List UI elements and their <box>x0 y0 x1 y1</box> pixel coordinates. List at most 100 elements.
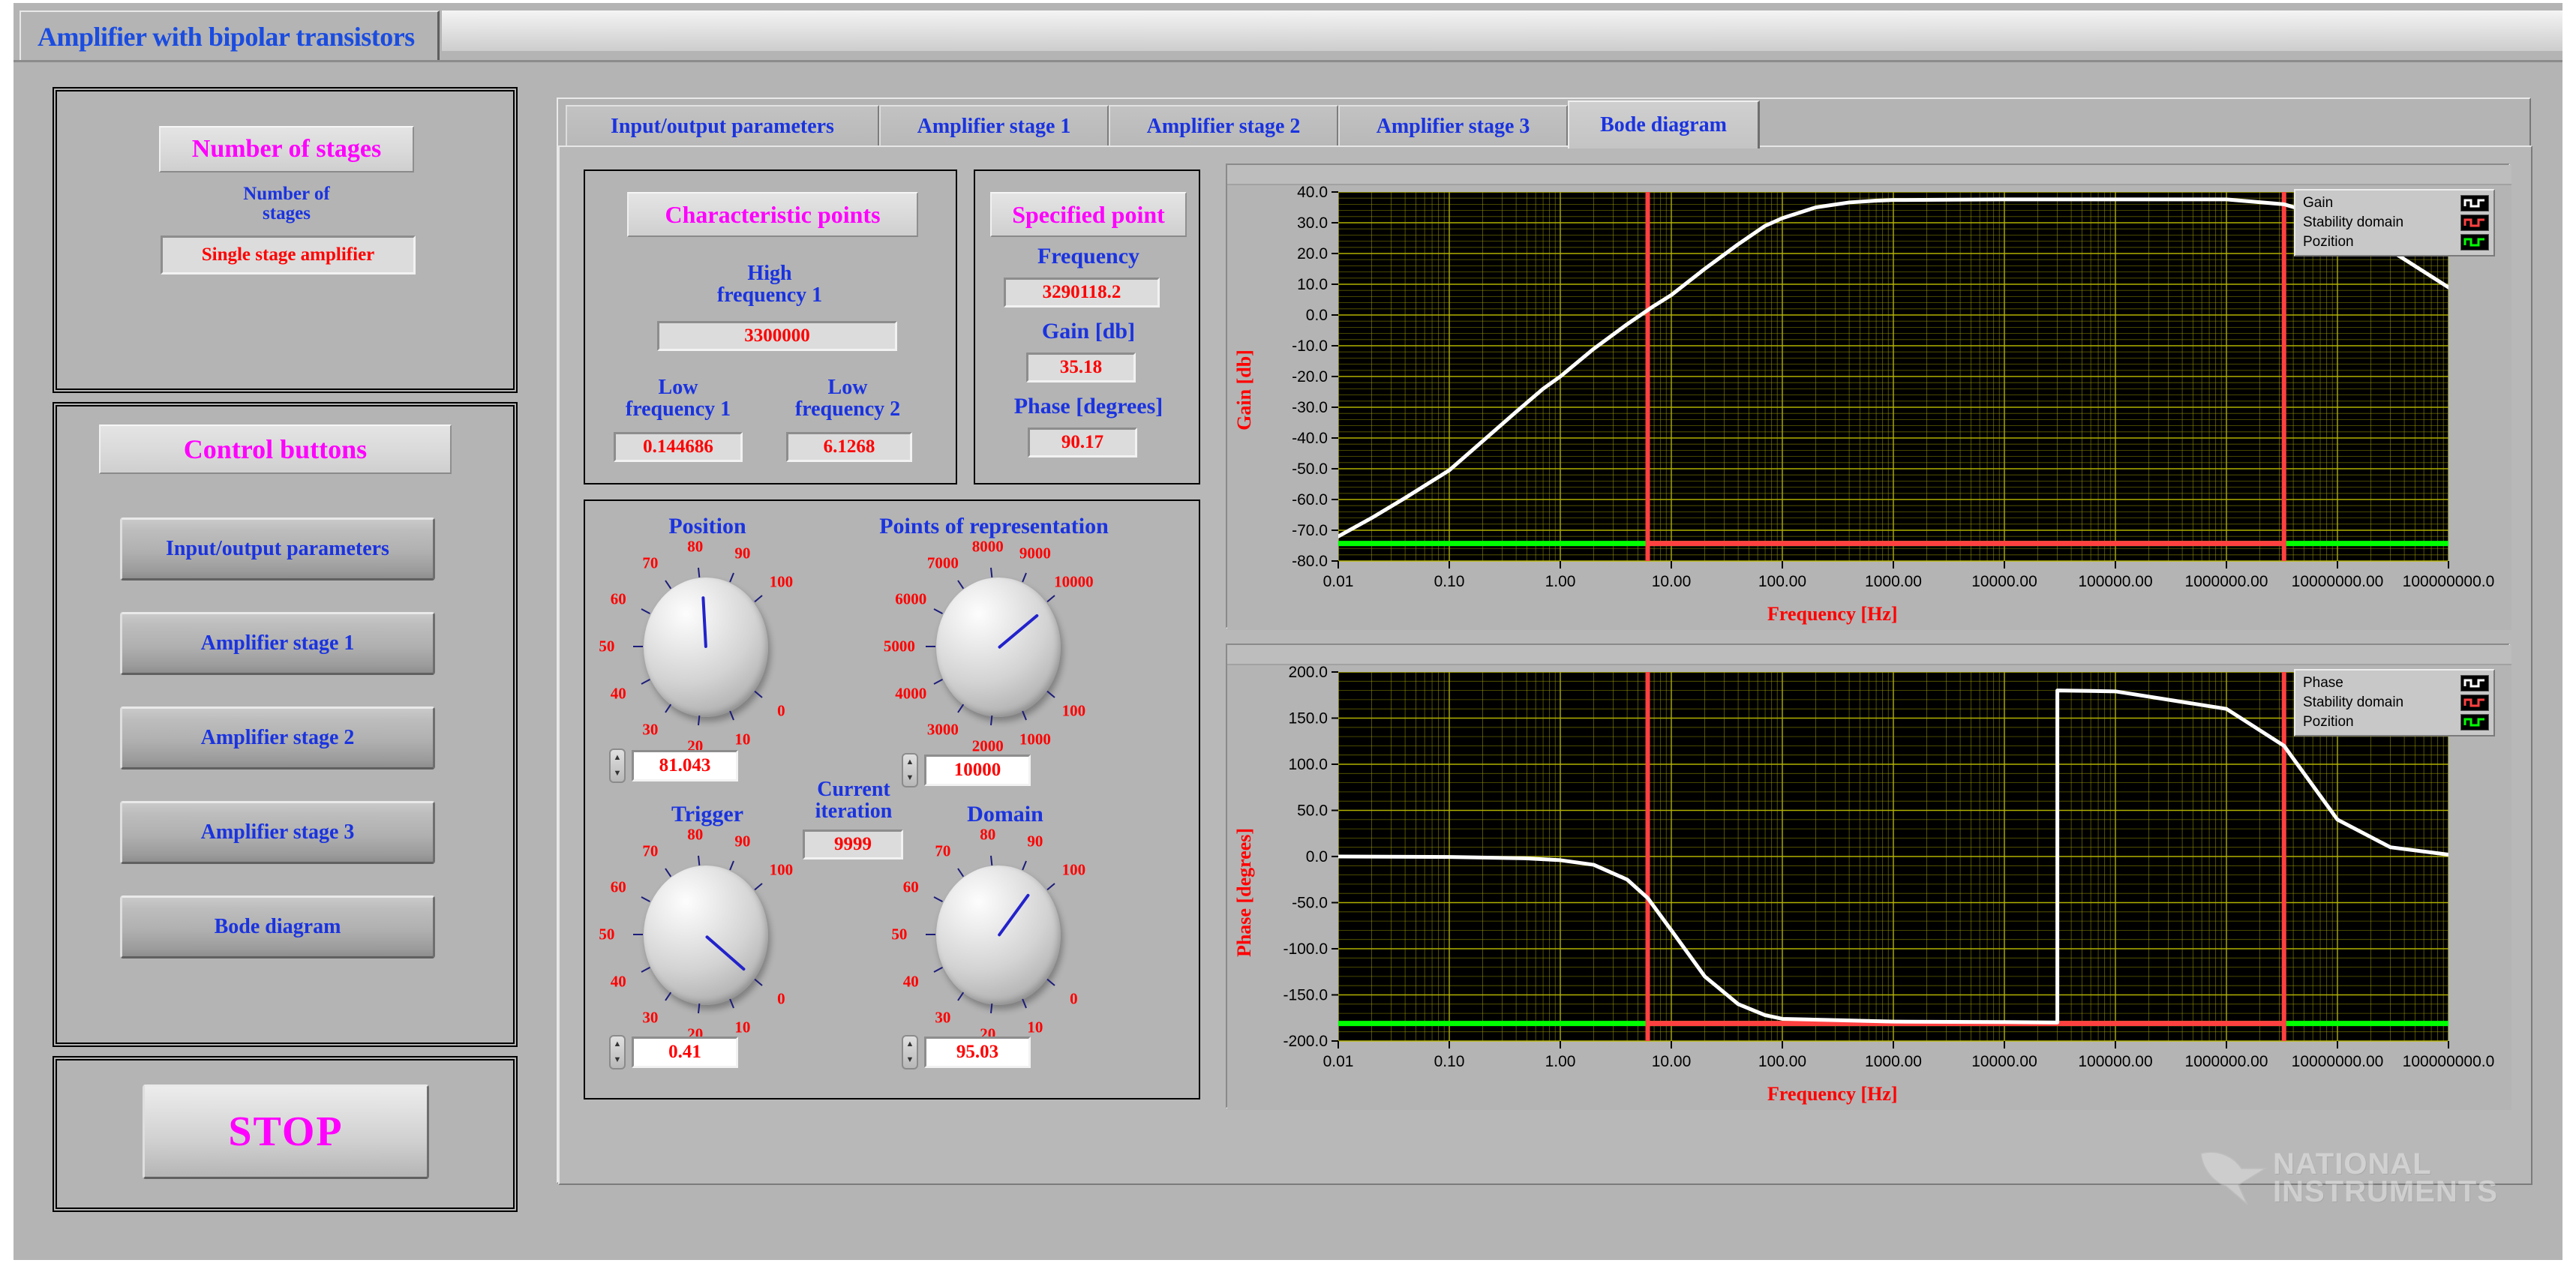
spinner-down-icon[interactable]: ▼ <box>906 1056 914 1064</box>
x-tick-label: 1000.00 <box>1865 573 1922 590</box>
characteristic-points-title: Characteristic points <box>627 192 918 237</box>
points-of-representation-value-text: 10000 <box>953 760 1001 780</box>
sidebar-button-bode-diagram[interactable]: Bode diagram <box>120 896 435 958</box>
spinner-down-icon[interactable]: ▼ <box>614 770 622 778</box>
knob-tick-label: 60 <box>610 590 626 608</box>
knob-tick-mark <box>957 992 965 1001</box>
y-tick-label: -100.0 <box>1283 940 1328 958</box>
low-frequency-2-value: 6.1268 <box>786 432 912 462</box>
knob-tick-label: 0 <box>777 701 785 720</box>
y-tick-label: -70.0 <box>1292 522 1328 539</box>
tab-amplifier-stage-1[interactable]: Amplifier stage 1 <box>879 105 1109 147</box>
knob-tick-mark <box>1022 998 1028 1009</box>
knob-tick-mark <box>990 1004 993 1014</box>
tab-amplifier-stage-3[interactable]: Amplifier stage 3 <box>1338 105 1568 147</box>
x-tick-label: 100000000.0 <box>2403 1053 2495 1070</box>
knob-tick-mark <box>1046 595 1056 603</box>
gain-graph[interactable]: 40.0 30.0 20.0 10.0 0.0 -10.0 -20.0 -30.0 -40.0 -… <box>1226 164 2511 630</box>
tab-label: Bode diagram <box>1600 113 1727 136</box>
knob-tick-mark <box>729 710 735 721</box>
domain-spinner[interactable]: ▲ ▼ <box>902 1035 918 1070</box>
sidebar-button-amplifier-stage-1[interactable]: Amplifier stage 1 <box>120 612 435 675</box>
tab-label: Amplifier stage 1 <box>917 115 1071 138</box>
low-frequency-1-caption: Low frequency 1 <box>625 376 731 422</box>
knob-tick-mark <box>957 704 965 713</box>
legend-swatch[interactable] <box>2460 234 2489 250</box>
knob-tick-mark <box>665 868 672 878</box>
spinner-up-icon[interactable]: ▲ <box>906 758 914 766</box>
domain-value[interactable]: 95.03 <box>924 1036 1031 1068</box>
tab-amplifier-stage-2[interactable]: Amplifier stage 2 <box>1109 105 1338 147</box>
low-frequency-2-caption: Low frequency 2 <box>794 376 901 422</box>
legend-row[interactable]: Gain <box>2300 194 2489 213</box>
sidebar-button-label: Amplifier stage 1 <box>200 632 355 655</box>
knob-tick-label: 40 <box>902 972 919 991</box>
legend-swatch[interactable] <box>2460 694 2489 711</box>
trigger-spinner[interactable]: ▲ ▼ <box>609 1035 626 1070</box>
points-of-representation-knob[interactable]: 100 1000 2000 3000 4000 5000 6000 7000 8000 9000 1… <box>884 537 1104 754</box>
number-of-stages-panel: Number of stages Number of stages Single… <box>53 87 518 393</box>
legend-swatch[interactable] <box>2460 195 2489 212</box>
y-tick-label: -50.0 <box>1292 460 1328 478</box>
phase-graph[interactable]: 200.0 150.0 100.0 50.0 0.0 -50.0 -100.0 -150.0 -… <box>1226 644 2511 1110</box>
legend-swatch[interactable] <box>2460 214 2489 231</box>
specified-phase-value-text: 90.17 <box>1061 432 1104 452</box>
legend-row[interactable]: Phase <box>2300 674 2489 693</box>
x-tick-label: 0.01 <box>1323 1053 1354 1070</box>
tab-control: Input/output parameters Amplifier stage … <box>557 98 2532 1185</box>
spinner-up-icon[interactable]: ▲ <box>614 754 622 762</box>
tab-bode-diagram[interactable]: Bode diagram <box>1568 100 1760 148</box>
tab-input-output-parameters[interactable]: Input/output parameters <box>566 105 879 147</box>
spinner-up-icon[interactable]: ▲ <box>614 1040 622 1048</box>
x-tick-label: 10000.00 <box>1971 573 2037 590</box>
control-buttons-panel: Control buttons Input/output parameters … <box>53 402 518 1047</box>
legend-swatch[interactable] <box>2460 714 2489 730</box>
gain-legend[interactable]: Gain Stability domain Pozition <box>2294 189 2495 256</box>
knob-tick-mark <box>1022 710 1028 721</box>
domain-knob[interactable]: 0 10 20 30 40 50 60 70 80 90 100 <box>891 825 1104 1042</box>
specified-gain-value: 35.18 <box>1026 352 1136 382</box>
x-tick-label: 0.01 <box>1323 573 1354 590</box>
y-tick-label: -80.0 <box>1292 553 1328 570</box>
spinner-up-icon[interactable]: ▲ <box>906 1040 914 1048</box>
phase-legend[interactable]: Phase Stability domain Pozition <box>2294 669 2495 736</box>
knob-tick-label: 10000 <box>1054 572 1094 591</box>
legend-label: Gain <box>2303 195 2334 211</box>
legend-swatch[interactable] <box>2460 675 2489 692</box>
legend-row[interactable]: Pozition <box>2300 712 2489 732</box>
legend-row[interactable]: Stability domain <box>2300 213 2489 232</box>
specified-frequency-value: 3290118.2 <box>1004 278 1160 308</box>
legend-row[interactable]: Pozition <box>2300 232 2489 252</box>
position-knob[interactable]: 0 10 20 30 40 50 60 70 80 90 100 <box>599 537 812 754</box>
x-tick-label: 1000000.00 <box>2185 1053 2268 1070</box>
knob-tick-label: 90 <box>1027 832 1043 850</box>
spinner-down-icon[interactable]: ▼ <box>614 1056 622 1064</box>
position-value[interactable]: 81.043 <box>632 750 738 782</box>
sidebar-button-amplifier-stage-3[interactable]: Amplifier stage 3 <box>120 801 435 864</box>
position-spinner[interactable]: ▲ ▼ <box>609 748 626 783</box>
knob-tick-mark <box>698 716 701 726</box>
points-of-representation-value[interactable]: 10000 <box>924 754 1031 786</box>
tab-label: Input/output parameters <box>611 115 834 138</box>
stop-button[interactable]: STOP <box>143 1084 429 1179</box>
x-tick-label: 100.00 <box>1758 573 1806 590</box>
trigger-knob[interactable]: 0 10 20 30 40 50 60 70 80 90 100 <box>599 825 812 1042</box>
y-tick-label: -200.0 <box>1283 1033 1328 1050</box>
position-value-text: 81.043 <box>659 755 711 776</box>
window-title-tab[interactable]: Amplifier with bipolar transistors <box>20 10 440 62</box>
knob-tick-label: 0 <box>1070 989 1078 1008</box>
knob-tick-label: 100 <box>1061 860 1086 879</box>
knob-tick-mark <box>925 646 935 647</box>
y-tick-label: 30.0 <box>1297 214 1328 232</box>
specified-point-panel: Specified point Frequency 3290118.2 Gain… <box>974 170 1200 484</box>
y-tick-label: -50.0 <box>1292 895 1328 912</box>
current-iteration-value: 9999 <box>803 830 903 860</box>
trigger-value[interactable]: 0.41 <box>632 1036 738 1068</box>
y-tick-label: -40.0 <box>1292 430 1328 447</box>
specified-gain-caption: Gain [db] <box>1041 319 1136 344</box>
knob-tick-mark <box>698 1004 701 1014</box>
sidebar-button-amplifier-stage-2[interactable]: Amplifier stage 2 <box>120 706 435 770</box>
legend-row[interactable]: Stability domain <box>2300 693 2489 712</box>
sidebar-button-input-output-parameters[interactable]: Input/output parameters <box>120 518 435 580</box>
specified-frequency-value-text: 3290118.2 <box>1042 282 1121 302</box>
